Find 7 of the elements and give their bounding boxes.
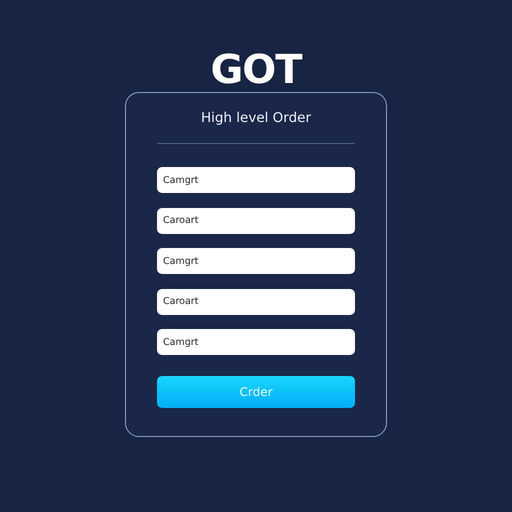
input-field[interactable]: Caroart: [157, 208, 355, 234]
logo: GOT: [210, 48, 302, 92]
form-title: High level Order: [200, 109, 312, 127]
input-field[interactable]: Camgrt: [157, 248, 355, 274]
input-field[interactable]: Caroart: [157, 288, 355, 314]
input-field[interactable]: Camgrt: [157, 329, 355, 355]
input-field[interactable]: Camgrt: [157, 167, 355, 193]
